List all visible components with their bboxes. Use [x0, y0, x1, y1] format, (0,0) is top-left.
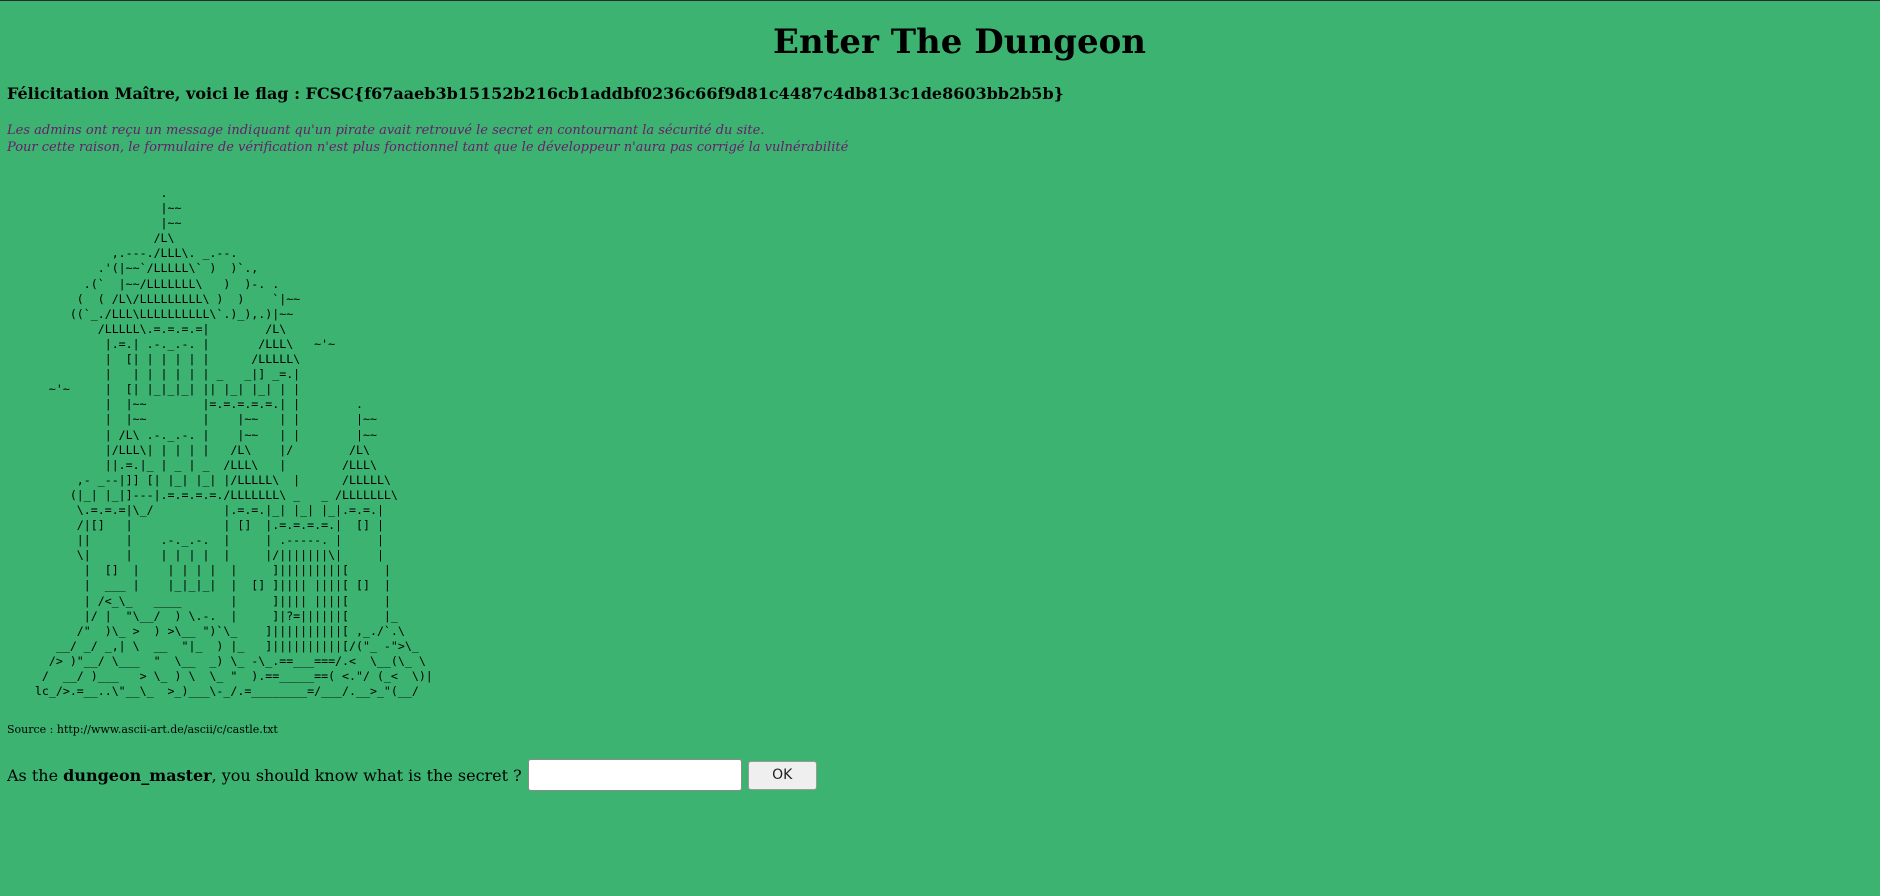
admin-notice-line-1: Les admins ont reçu un message indiquant…	[7, 123, 765, 138]
ascii-source-credit: Source : http://www.ascii-art.de/ascii/c…	[7, 723, 278, 736]
secret-prompt-prefix: As the	[7, 765, 64, 785]
admin-notice: Les admins ont reçu un message indiquant…	[7, 122, 848, 156]
secret-prompt-role: dungeon_master	[63, 765, 212, 785]
secret-prompt-suffix: , you should know what is the secret ?	[211, 765, 522, 785]
page-title: Enter The Dungeon	[773, 22, 1146, 62]
flag-message: Félicitation Maître, voici le flag : FCS…	[7, 84, 1064, 103]
secret-prompt: As the dungeon_master, you should know w…	[7, 766, 522, 785]
admin-notice-line-2: Pour cette raison, le formulaire de véri…	[7, 140, 849, 155]
castle-ascii-art: . |~~ |~~ /L\ ,.---./LLL\. _.--. .'(|~~`…	[34, 186, 433, 699]
secret-form: As the dungeon_master, you should know w…	[7, 758, 817, 792]
secret-input[interactable]	[527, 759, 742, 791]
ok-button[interactable]: OK	[747, 760, 817, 790]
